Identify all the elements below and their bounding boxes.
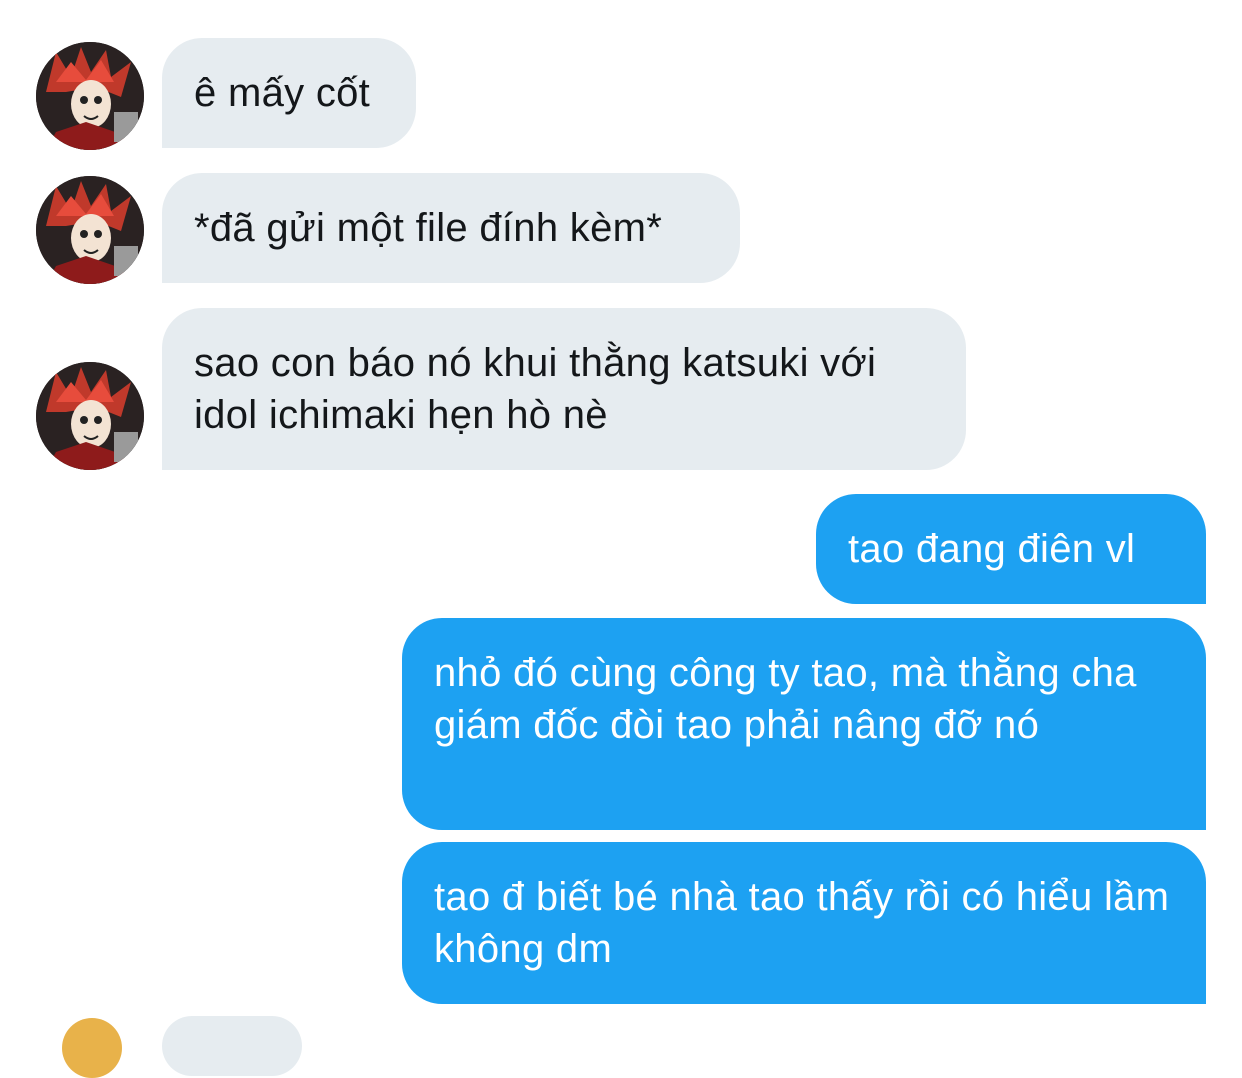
sender-avatar[interactable] (36, 176, 144, 284)
message-text: sao con báo nó khui thằng katsuki với id… (194, 341, 877, 437)
message-bubble[interactable]: sao con báo nó khui thằng katsuki với id… (162, 308, 966, 470)
message-text: tao đang điên vl (848, 527, 1136, 571)
sender-avatar[interactable] (36, 362, 144, 470)
message-bubble[interactable]: ê mấy cốt (162, 38, 416, 148)
message-bubble[interactable]: tao đang điên vl (816, 494, 1206, 604)
sender-avatar[interactable] (62, 1018, 122, 1078)
message-text: *đã gửi một file đính kèm* (194, 206, 663, 250)
message-text: ê mấy cốt (194, 71, 371, 115)
avatar-icon (36, 362, 144, 470)
message-bubble[interactable]: nhỏ đó cùng công ty tao, mà thằng cha gi… (402, 618, 1206, 830)
message-bubble[interactable] (162, 1016, 302, 1076)
avatar-icon (36, 176, 144, 284)
sender-avatar[interactable] (36, 42, 144, 150)
message-bubble[interactable]: *đã gửi một file đính kèm* (162, 173, 740, 283)
message-bubble[interactable]: tao đ biết bé nhà tao thấy rồi có hiểu l… (402, 842, 1206, 1004)
message-text: nhỏ đó cùng công ty tao, mà thằng cha gi… (434, 651, 1137, 747)
message-text: tao đ biết bé nhà tao thấy rồi có hiểu l… (434, 875, 1170, 971)
avatar-icon (36, 42, 144, 150)
